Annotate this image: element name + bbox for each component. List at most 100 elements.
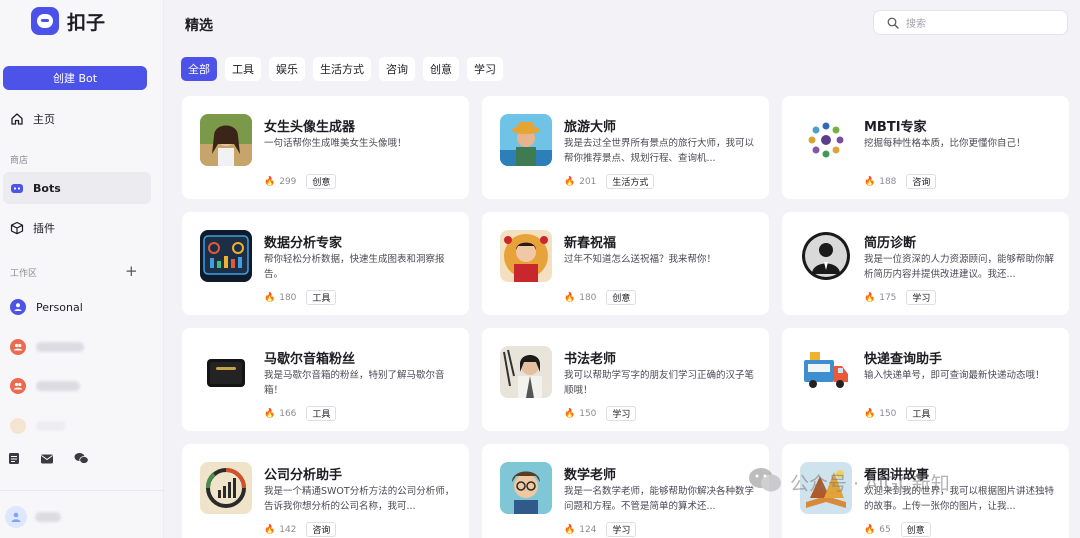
wechat-icon[interactable]	[74, 450, 89, 469]
tab-learning[interactable]: 学习	[467, 57, 503, 81]
watermark: 公众号 · AIGC新知	[748, 466, 950, 499]
card-title: 旅游大师	[564, 120, 617, 135]
tab-tools[interactable]: 工具	[225, 57, 261, 81]
card-description: 帮你轻松分析数据，快速生成图表和洞察报告。	[264, 254, 445, 280]
bot-card[interactable]: 数据分析专家 帮你轻松分析数据，快速生成图表和洞察报告。 🔥 180 工具	[182, 212, 469, 315]
card-title: 快递查询助手	[864, 352, 943, 367]
card-meta: 🔥 180 创意	[564, 290, 637, 305]
usage-count: 150	[579, 408, 597, 419]
document-icon[interactable]	[8, 450, 20, 469]
blurred-workspace-name	[36, 421, 66, 431]
card-meta: 🔥 166 工具	[264, 406, 337, 421]
create-bot-button[interactable]: 创建 Bot	[3, 66, 147, 90]
usage-count: 65	[879, 524, 891, 535]
coze-logo-icon	[31, 7, 59, 35]
workspace-item[interactable]	[10, 337, 84, 357]
category-badge: 学习	[606, 522, 637, 537]
workspace-section-label: 工作区	[10, 269, 38, 279]
card-meta: 🔥 124 学习	[564, 522, 637, 537]
avatar	[5, 506, 27, 528]
card-description: 我是去过全世界所有景点的旅行大师，我可以帮你推荐景点、规划行程、查询机...	[564, 138, 755, 164]
bot-card[interactable]: 数学老师 我是一名数学老师，能够帮助你解决各种数学问题和方程。不管是简单的算术还…	[482, 444, 769, 538]
usage-count: 124	[579, 524, 597, 535]
sidebar-item-home[interactable]: 主页	[3, 103, 151, 135]
flame-icon: 🔥	[864, 292, 876, 303]
brand-logo[interactable]: 扣子	[31, 7, 105, 35]
search-input[interactable]: 搜索	[873, 10, 1068, 35]
page-title: 精选	[185, 18, 213, 34]
bot-card[interactable]: 旅游大师 我是去过全世界所有景点的旅行大师，我可以帮你推荐景点、规划行程、查询机…	[482, 96, 769, 199]
tab-creative[interactable]: 创意	[423, 57, 459, 81]
flame-icon: 🔥	[564, 292, 576, 303]
card-description: 我是一个精通SWOT分析方法的公司分析师，告诉我你想分析的公司名称，我可...	[264, 486, 455, 512]
card-description: 我是一名数学老师，能够帮助你解决各种数学问题和方程。不管是简单的算术还...	[564, 486, 755, 512]
card-description: 过年不知道怎么送祝福？我来帮你！	[564, 254, 717, 265]
search-icon	[886, 16, 900, 30]
bot-card[interactable]: 马歇尔音箱粉丝 我是马歇尔音箱的粉丝，特别了解马歇尔音箱！ 🔥 166 工具	[182, 328, 469, 431]
bot-avatar-mbti-dots	[800, 114, 852, 166]
bot-card[interactable]: 新春祝福 过年不知道怎么送祝福？我来帮你！ 🔥 180 创意	[482, 212, 769, 315]
workspace-item[interactable]	[10, 416, 66, 436]
bot-card[interactable]: MBTI专家 挖掘每种性格本质，比你更懂你自己！ 🔥 188 咨询	[782, 96, 1069, 199]
category-badge: 学习	[606, 406, 637, 421]
bot-avatar-dashboard	[200, 230, 252, 282]
team-icon	[10, 339, 26, 355]
card-description: 挖掘每种性格本质，比你更懂你自己！	[864, 138, 1026, 149]
usage-count: 299	[279, 176, 297, 187]
bot-avatar-new-year-boy	[500, 230, 552, 282]
tab-lifestyle[interactable]: 生活方式	[313, 57, 371, 81]
tab-consulting[interactable]: 咨询	[379, 57, 415, 81]
card-title: MBTI专家	[864, 120, 927, 135]
flame-icon: 🔥	[864, 524, 876, 535]
tab-all[interactable]: 全部	[181, 57, 217, 81]
add-workspace-icon[interactable]: +	[125, 263, 138, 279]
category-badge: 工具	[906, 406, 937, 421]
bot-card[interactable]: 简历诊断 我是一位资深的人力资源顾问，能够帮助你解析简历内容并提供改进建议。我还…	[782, 212, 1069, 315]
bot-avatar-hr-silhouette	[800, 230, 852, 282]
home-icon	[10, 112, 24, 126]
flame-icon: 🔥	[564, 176, 576, 187]
card-title: 数学老师	[564, 468, 617, 483]
team-icon	[10, 378, 26, 394]
flame-icon: 🔥	[264, 524, 276, 535]
card-meta: 🔥 150 工具	[864, 406, 937, 421]
bot-card[interactable]: 书法老师 我可以帮助学写字的朋友们学习正确的汉子笔顺哦！ 🔥 150 学习	[482, 328, 769, 431]
sidebar-item-plugins[interactable]: 插件	[3, 212, 151, 244]
flame-icon: 🔥	[564, 524, 576, 535]
card-meta: 🔥 201 生活方式	[564, 174, 655, 189]
mail-icon[interactable]	[40, 450, 54, 469]
card-title: 简历诊断	[864, 236, 917, 251]
usage-count: 166	[279, 408, 297, 419]
sidebar-bottom-icons	[8, 450, 89, 469]
sidebar-item-bots[interactable]: Bots	[3, 172, 151, 204]
user-profile[interactable]	[5, 506, 61, 528]
workspace-item-personal[interactable]: Personal	[10, 297, 83, 317]
flame-icon: 🔥	[564, 408, 576, 419]
usage-count: 201	[579, 176, 597, 187]
category-badge: 学习	[906, 290, 937, 305]
card-title: 数据分析专家	[264, 236, 343, 251]
workspace-item[interactable]	[10, 376, 80, 396]
team-icon	[10, 418, 26, 434]
card-description: 我可以帮助学写字的朋友们学习正确的汉子笔顺哦！	[564, 370, 755, 396]
usage-count: 175	[879, 292, 897, 303]
card-meta: 🔥 150 学习	[564, 406, 637, 421]
user-icon	[10, 299, 26, 315]
category-badge: 创意	[606, 290, 637, 305]
store-section-label: 商店	[10, 156, 29, 166]
card-description: 我是一位资深的人力资源顾问，能够帮助你解析简历内容并提供改进建议。我还...	[864, 254, 1055, 280]
bot-card[interactable]: 公司分析助手 我是一个精通SWOT分析方法的公司分析师，告诉我你想分析的公司名称…	[182, 444, 469, 538]
category-badge: 咨询	[306, 522, 337, 537]
category-tabs: 全部 工具 娱乐 生活方式 咨询 创意 学习	[181, 57, 503, 81]
flame-icon: 🔥	[264, 176, 276, 187]
tab-entertainment[interactable]: 娱乐	[269, 57, 305, 81]
category-badge: 创意	[306, 174, 337, 189]
card-description: 输入快递单号，即可查询最新快递动态哦！	[864, 370, 1045, 381]
card-title: 书法老师	[564, 352, 617, 367]
wechat-icon	[748, 466, 782, 499]
sidebar-divider	[0, 490, 164, 491]
blurred-user-name	[35, 512, 61, 522]
bot-card[interactable]: 快递查询助手 输入快递单号，即可查询最新快递动态哦！ 🔥 150 工具	[782, 328, 1069, 431]
bot-card[interactable]: 女生头像生成器 一句话帮你生成唯美女生头像哦！ 🔥 299 创意	[182, 96, 469, 199]
sidebar: 扣子 创建 Bot 主页 商店 Bots 插件 工作区 + Personal	[0, 0, 164, 538]
